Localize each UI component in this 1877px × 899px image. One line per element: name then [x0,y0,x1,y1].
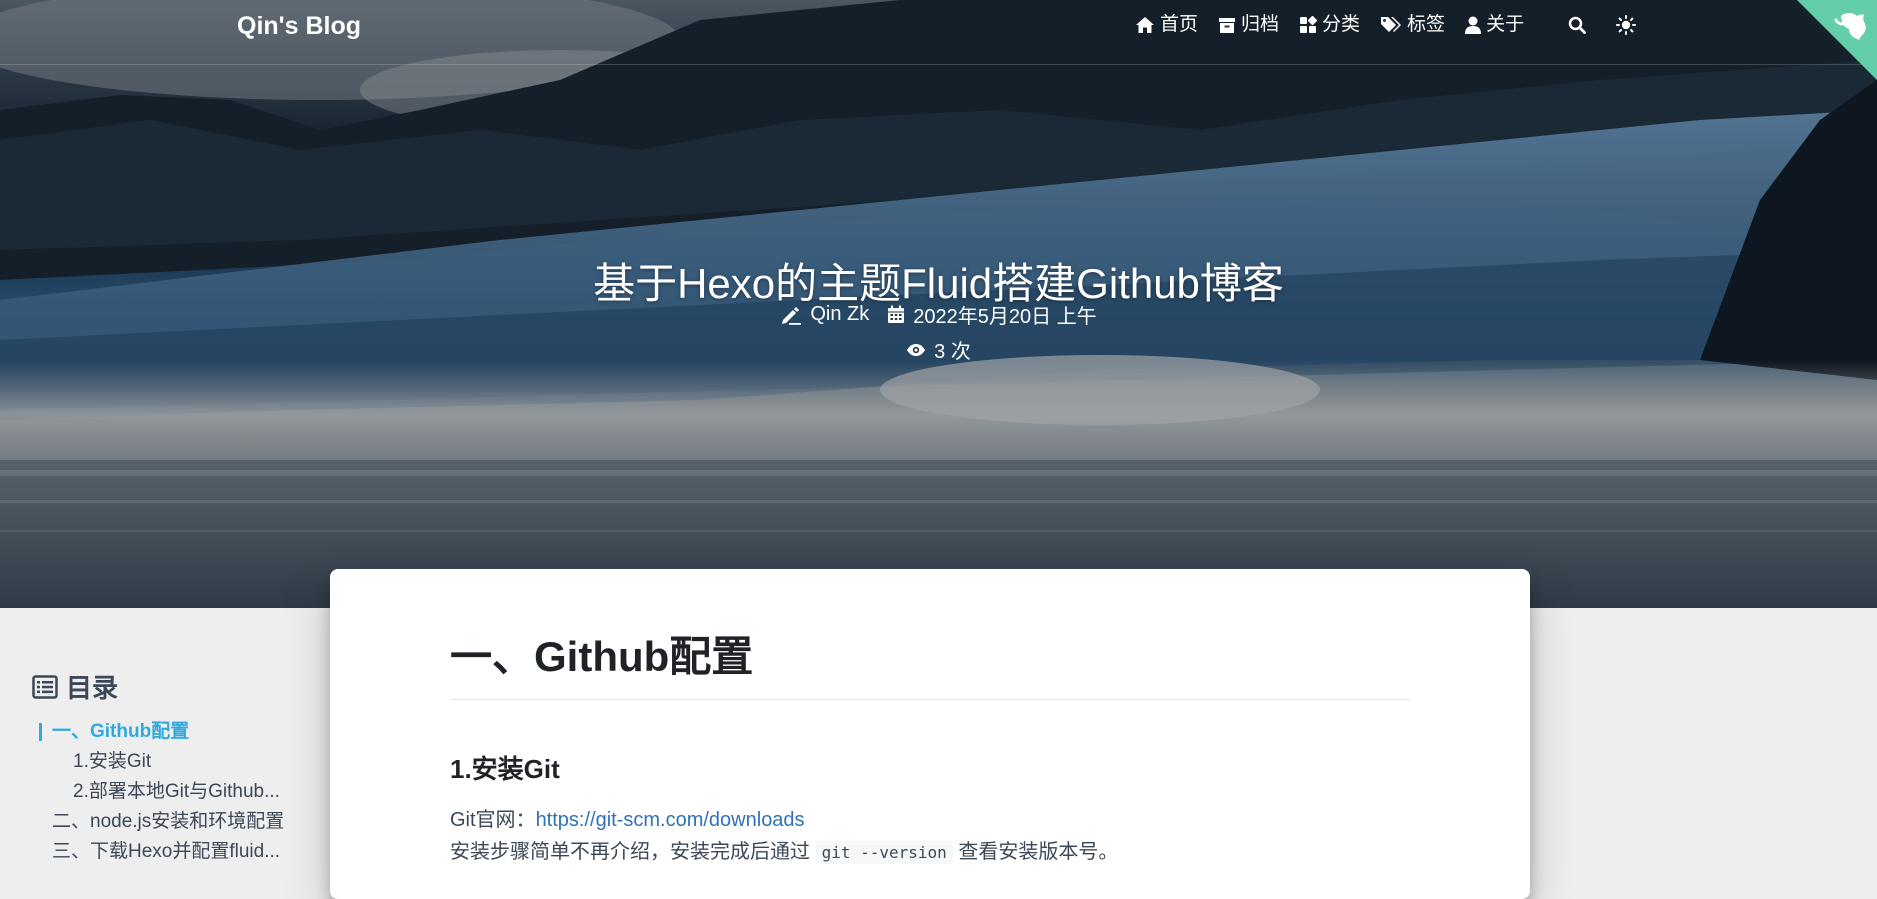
toc-item[interactable]: 一、Github配置 [32,717,302,747]
home-icon [1136,17,1154,33]
git-site-paragraph: Git官网：https://git-scm.com/downloads [450,804,1410,836]
sun-icon [1616,15,1637,35]
toc-item[interactable]: 二、node.js安装和环境配置 [32,807,302,837]
toc-title: 目录 [66,673,119,703]
toc-item[interactable]: 1.安装Git [32,747,302,777]
nav-item-label: 归档 [1241,14,1280,35]
pen-icon [782,306,802,325]
post-author-name: Qin Zk [810,303,870,325]
archive-icon [1219,17,1236,33]
nav-item-tags[interactable]: 标签 [1380,12,1445,38]
article-card: 一、Github配置 1.安装Git Git官网：https://git-scm… [330,569,1530,899]
nav-menu: 首页 归档 分类 标签 关于 [1135,12,1637,38]
post-views: 3 次 [0,335,1877,364]
table-of-contents: 目录 一、Github配置 1.安装Git 2.部署本地Git与Github..… [32,668,302,867]
nav-item-label: 分类 [1322,14,1361,35]
post-meta: Qin Zk 2022年5月20日 上午 [0,300,1877,329]
tag-icon [1381,17,1402,32]
toc-item[interactable]: 2.部署本地Git与Github... [32,777,302,807]
nav-item-about[interactable]: 关于 [1465,12,1524,38]
subsection-heading: 1.安装Git [450,754,560,784]
list-alt-icon [32,674,58,699]
eye-icon [907,343,926,356]
nav-item-home[interactable]: 首页 [1135,12,1198,38]
nav-item-label: 关于 [1486,14,1525,35]
category-icon [1300,16,1318,33]
navbar: Qin's Blog 首页 归档 分类 标签 关于 [0,0,1877,80]
post-author: Qin Zk [780,303,869,326]
git-site-prefix: Git官网： [450,809,536,831]
post-date-text: 2022年5月20日 上午 [913,306,1097,328]
install-text-after: 查看安装版本号。 [958,841,1119,863]
install-paragraph: 安装步骤简单不再介绍，安装完成后通过 git --version 查看安装版本号… [450,836,1410,869]
section-heading: 一、Github配置 [450,629,1410,700]
inline-code: git --version [815,841,953,864]
calendar-icon [888,305,905,323]
github-corner-link[interactable] [1797,0,1877,80]
search-button[interactable] [1568,16,1586,34]
nav-item-archive[interactable]: 归档 [1218,12,1279,38]
article-content: 一、Github配置 1.安装Git Git官网：https://git-scm… [450,629,1410,869]
install-text-before: 安装步骤简单不再介绍，安装完成后通过 [450,841,810,863]
theme-toggle-button[interactable] [1616,15,1637,35]
user-icon [1465,16,1482,34]
git-download-link[interactable]: https://git-scm.com/downloads [536,809,805,831]
nav-item-categories[interactable]: 分类 [1299,12,1360,38]
blog-brand-link[interactable]: Qin's Blog [237,10,361,42]
nav-item-label: 首页 [1160,14,1199,35]
nav-item-label: 标签 [1407,14,1446,35]
post-views-count: 3 次 [934,341,971,363]
search-icon [1568,16,1586,34]
post-date: 2022年5月20日 上午 [887,300,1097,329]
toc-header: 目录 [32,668,302,705]
